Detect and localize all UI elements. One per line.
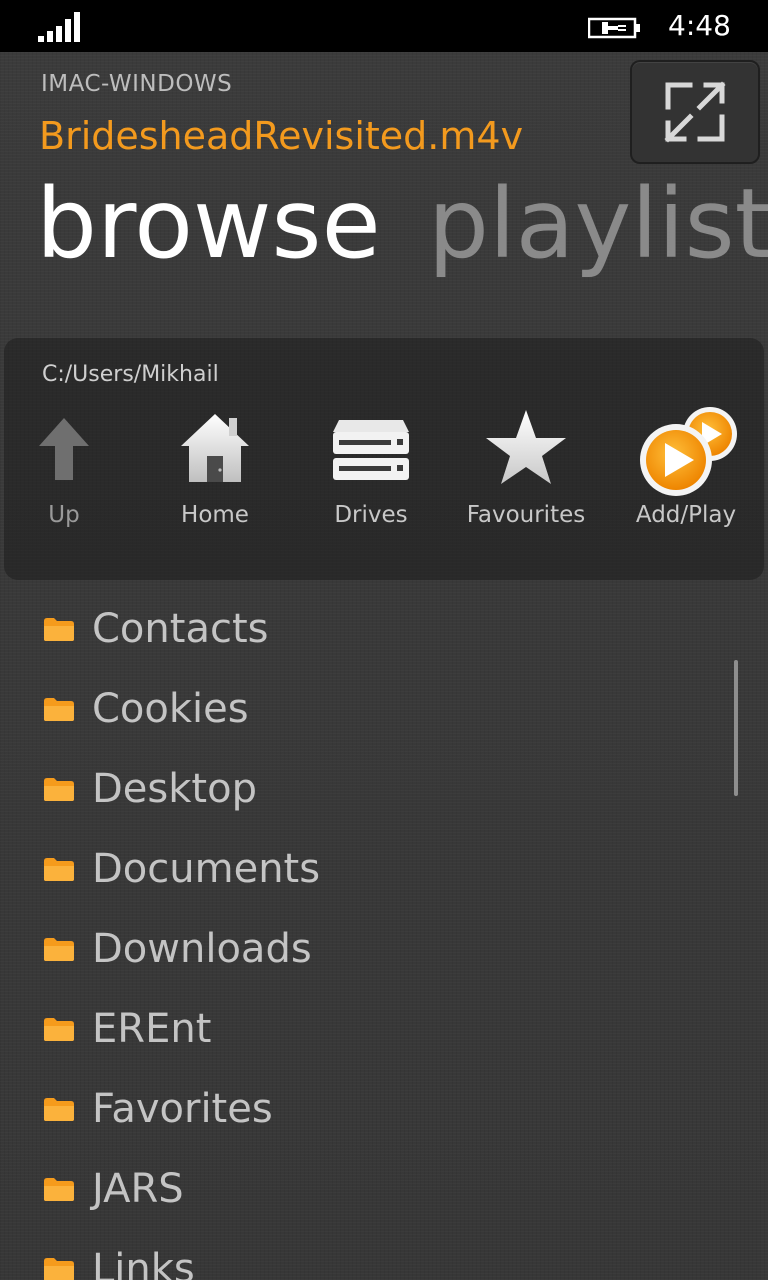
favourites-button[interactable]: Favourites bbox=[466, 406, 586, 546]
star-icon bbox=[486, 410, 566, 484]
folder-name: Links bbox=[92, 1246, 195, 1280]
list-item[interactable]: Favorites bbox=[0, 1080, 700, 1160]
home-button[interactable]: Home bbox=[155, 406, 275, 546]
folder-icon bbox=[44, 778, 74, 801]
folder-icon bbox=[44, 698, 74, 721]
list-item[interactable]: Cookies bbox=[0, 680, 700, 760]
expand-icon bbox=[664, 81, 726, 143]
server-name: IMAC-WINDOWS bbox=[41, 71, 233, 97]
folder-name: Desktop bbox=[92, 766, 257, 812]
home-icon bbox=[181, 414, 249, 482]
folder-icon bbox=[44, 618, 74, 641]
up-label: Up bbox=[48, 502, 80, 528]
list-item[interactable]: Desktop bbox=[0, 760, 700, 840]
folder-name: JARS bbox=[92, 1166, 184, 1212]
folder-name: Favorites bbox=[92, 1086, 273, 1132]
fullscreen-button[interactable] bbox=[630, 60, 760, 164]
tab-browse[interactable]: browse bbox=[36, 176, 381, 272]
add-play-icon bbox=[640, 407, 737, 496]
folder-icon bbox=[44, 1258, 74, 1280]
list-item[interactable]: JARS bbox=[0, 1160, 700, 1240]
drives-icon bbox=[333, 420, 409, 480]
up-arrow-icon bbox=[39, 418, 89, 480]
list-item[interactable]: EREnt bbox=[0, 1000, 700, 1080]
list-item[interactable]: Documents bbox=[0, 840, 700, 920]
list-item[interactable]: Downloads bbox=[0, 920, 700, 1000]
scrollbar[interactable] bbox=[734, 660, 738, 796]
folder-icon bbox=[44, 1178, 74, 1201]
folder-name: Contacts bbox=[92, 606, 269, 652]
clock: 4:48 bbox=[668, 9, 731, 42]
folder-name: Downloads bbox=[92, 926, 312, 972]
folder-icon bbox=[44, 938, 74, 961]
folder-name: Documents bbox=[92, 846, 321, 892]
up-button[interactable]: Up bbox=[4, 406, 124, 546]
battery-charging-icon bbox=[588, 17, 640, 39]
add-play-button[interactable]: Add/Play bbox=[626, 406, 746, 546]
folder-name: EREnt bbox=[92, 1006, 212, 1052]
tab-playlist[interactable]: playlist bbox=[428, 176, 768, 272]
favourites-label: Favourites bbox=[466, 502, 586, 528]
now-playing-file[interactable]: BridesheadRevisited.m4v bbox=[39, 114, 523, 158]
list-item[interactable]: Links bbox=[0, 1240, 700, 1280]
home-label: Home bbox=[181, 502, 249, 528]
status-bar: 4:48 bbox=[0, 0, 768, 52]
drives-button[interactable]: Drives bbox=[311, 406, 431, 546]
list-item[interactable]: Contacts bbox=[0, 600, 700, 680]
add-play-label: Add/Play bbox=[635, 502, 737, 528]
signal-bars-icon bbox=[38, 12, 80, 42]
folder-name: Cookies bbox=[92, 686, 249, 732]
folder-icon bbox=[44, 1098, 74, 1121]
current-path: C:/Users/Mikhail bbox=[42, 362, 219, 387]
drives-label: Drives bbox=[334, 502, 408, 528]
folder-icon bbox=[44, 858, 74, 881]
browse-toolbar: C:/Users/Mikhail Up Home Drives Favourit… bbox=[4, 338, 764, 580]
folder-icon bbox=[44, 1018, 74, 1041]
